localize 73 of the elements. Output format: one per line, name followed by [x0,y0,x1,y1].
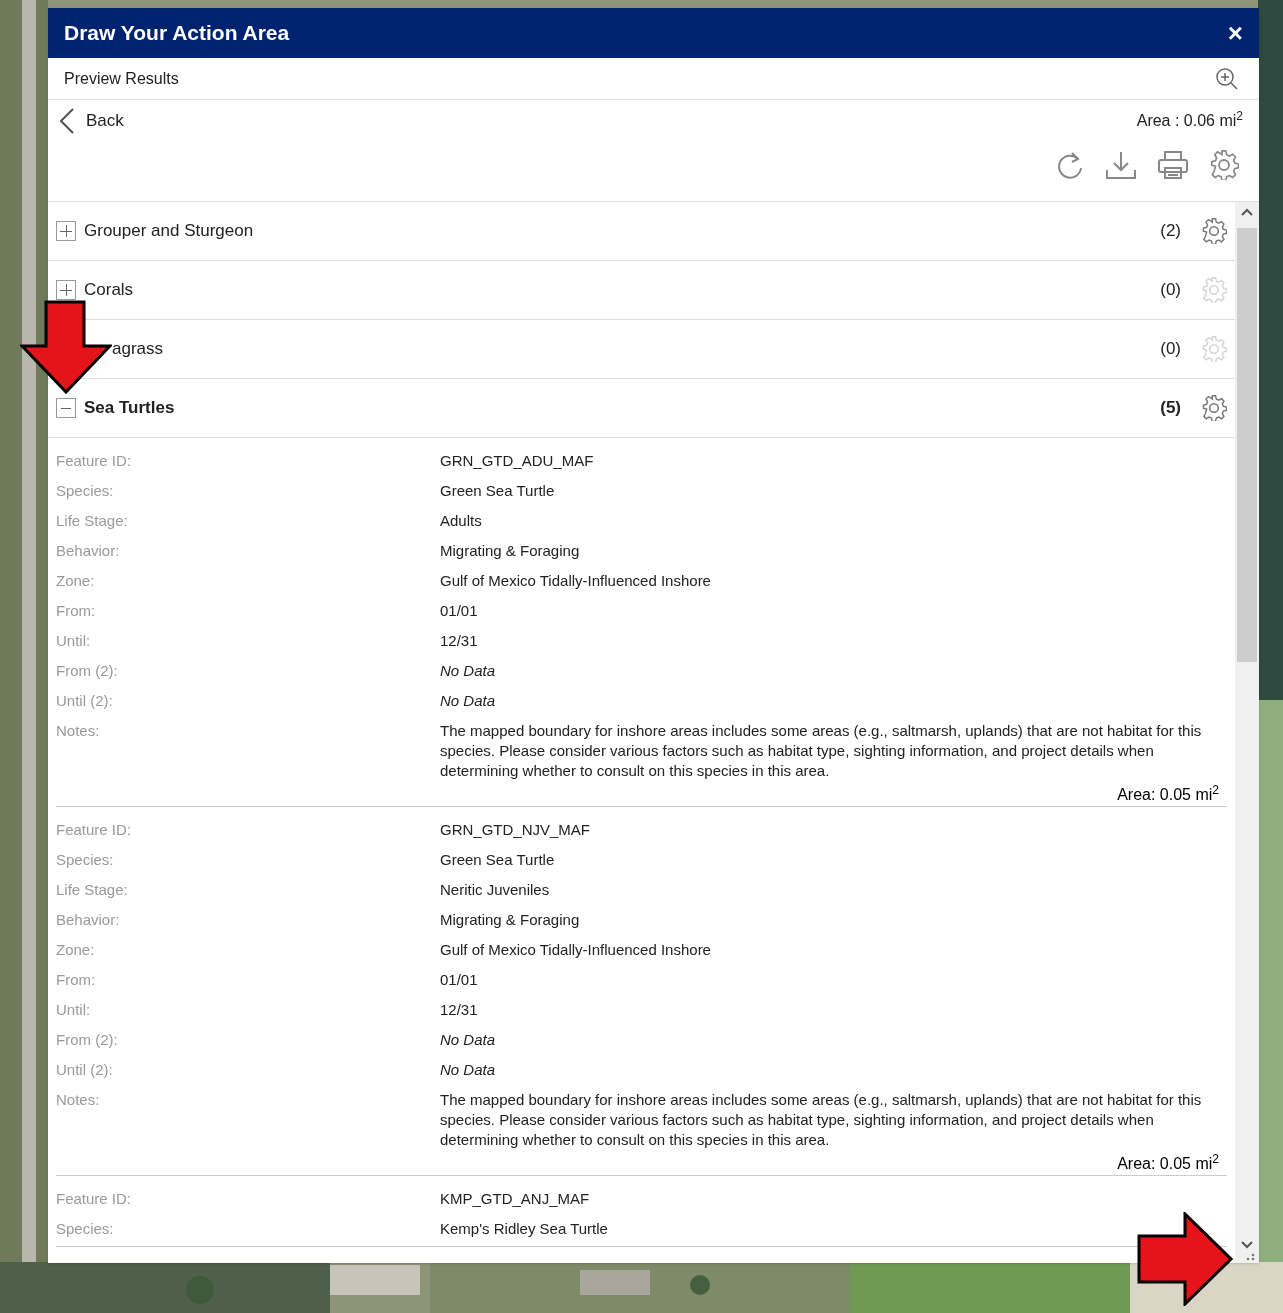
back-button[interactable]: Back [60,108,124,134]
field-label: Life Stage: [56,511,129,531]
field-label: Behavior: [56,910,121,930]
scrollbar[interactable] [1235,202,1259,1263]
field-value: 01/01 [440,601,479,621]
field-value: KMP_GTD_ANJ_MAF [440,1189,591,1209]
field-label: Until: [56,1000,92,1020]
field-label: From (2): [56,661,119,681]
field-label: Species: [56,1219,115,1239]
field-value: GRN_GTD_ADU_MAF [440,451,595,471]
group-count: (0) [1160,338,1181,361]
field-label: Until: [56,631,92,651]
field-label: Notes: [56,721,101,741]
field-value: Migrating & Foraging [440,910,581,930]
field-label: Feature ID: [56,1189,133,1209]
field-label: Feature ID: [56,820,133,840]
field-label: Until (2): [56,1060,114,1080]
field-label: Life Stage: [56,880,129,900]
group-count: (0) [1160,279,1181,302]
field-value: Gulf of Mexico Tidally-Influenced Inshore [440,940,712,960]
field-value: Migrating & Foraging [440,541,581,561]
group-label[interactable]: Grouper and Sturgeon [84,218,254,244]
field-label: From: [56,601,97,621]
field-label: Species: [56,481,115,501]
close-button[interactable]: × [1227,20,1243,46]
field-value: Kemp's Ridley Sea Turtle [440,1219,609,1239]
field-label: Feature ID: [56,451,133,471]
field-value: Gulf of Mexico Tidally-Influenced Inshore [440,571,712,591]
field-value: Green Sea Turtle [440,481,556,501]
field-value: GRN_GTD_NJV_MAF [440,820,592,840]
download-icon[interactable] [1105,150,1137,180]
settings-icon[interactable] [1201,218,1227,244]
print-icon[interactable] [1157,150,1189,180]
field-value: Green Sea Turtle [440,850,556,870]
section-title: Preview Results [64,68,179,89]
scroll-up-icon[interactable] [1241,208,1253,216]
field-value: The mapped boundary for inshore areas includes some areas (e.g., saltmarsh, uplands) that are not habitat for this species. Please consider various factors such as habitat type, sighting information, and project details when determining whether to consult on this species in this area. [440,721,1203,781]
scrollbar-thumb[interactable] [1237,228,1257,662]
group-count: (2) [1160,220,1181,243]
field-label: Zone: [56,940,96,960]
field-value: No Data [440,1060,497,1080]
expand-toggle[interactable] [56,221,76,241]
field-value: No Data [440,661,497,681]
total-area: Area : 0.06 mi$^{2}$ [1136,109,1243,133]
field-value: The mapped boundary for inshore areas includes some areas (e.g., saltmarsh, uplands) that are not habitat for this species. Please consider various factors such as habitat type, sighting information, and project details when determining whether to consult on this species in this area. [440,1090,1203,1150]
feature-area: Area: 0.05 mi$^{2}$ [1117,786,1219,804]
field-value: No Data [440,1030,497,1050]
settings-icon[interactable] [1201,395,1227,421]
field-label: Species: [56,850,115,870]
group-label[interactable]: Sea Turtles [84,395,175,421]
field-value: 12/31 [440,631,479,651]
field-value: Neritic Juveniles [440,880,551,900]
field-label: From (2): [56,1030,119,1050]
settings-icon[interactable] [1209,150,1239,180]
field-value: Adults [440,511,483,531]
field-value: No Data [440,691,497,711]
resize-handle-icon[interactable] [1245,1253,1255,1261]
field-value: 12/31 [440,1000,479,1020]
expand-toggle[interactable] [56,280,76,300]
field-label: Notes: [56,1090,101,1110]
feature-area: Area: 0.05 mi$^{2}$ [1117,1155,1219,1173]
refresh-icon[interactable] [1055,150,1085,180]
field-label: Zone: [56,571,96,591]
window-title: Draw Your Action Area [64,20,290,47]
field-label: Behavior: [56,541,121,561]
collapse-toggle[interactable] [56,398,76,418]
scroll-down-icon[interactable] [1241,1241,1253,1249]
field-label: Until (2): [56,691,114,711]
back-chevron-icon [60,108,74,134]
field-value: 01/01 [440,970,479,990]
group-count: (5) [1160,397,1181,420]
zoom-in-icon[interactable] [1215,66,1239,91]
field-label: From: [56,970,97,990]
